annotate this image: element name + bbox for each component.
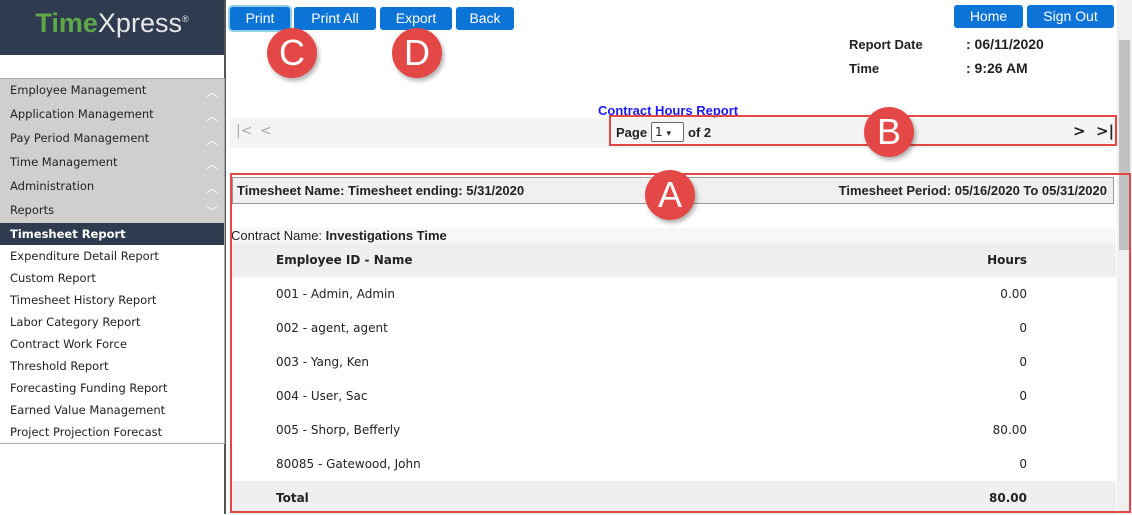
home-button[interactable]: Home bbox=[954, 5, 1023, 28]
menu-time-management[interactable]: Time Management ︿ bbox=[0, 151, 224, 175]
export-button[interactable]: Export bbox=[380, 7, 452, 30]
menu-pay-period-management[interactable]: Pay Period Management ︿ bbox=[0, 127, 224, 151]
chevron-up-icon: ︿ bbox=[205, 133, 218, 147]
print-all-button[interactable]: Print All bbox=[294, 7, 376, 30]
report-date-label: Report Date bbox=[849, 37, 923, 52]
sidebar: TimeXpress® Employee Management ︿ Applica… bbox=[0, 0, 226, 514]
report-time-value: : 9:26 AM bbox=[966, 60, 1028, 76]
logo: TimeXpress® bbox=[0, 0, 224, 55]
menu-application-management[interactable]: Application Management ︿ bbox=[0, 103, 224, 127]
annotation-b: B bbox=[864, 107, 914, 157]
sign-out-button[interactable]: Sign Out bbox=[1027, 5, 1114, 28]
annotation-box-b bbox=[609, 115, 1117, 146]
submenu-timesheet-report[interactable]: Timesheet Report bbox=[0, 223, 224, 245]
annotation-d: D bbox=[392, 28, 442, 78]
chevron-down-icon: ﹀ bbox=[205, 205, 218, 219]
annotation-a: A bbox=[645, 170, 695, 220]
submenu-custom-report[interactable]: Custom Report bbox=[0, 267, 224, 289]
chevron-up-icon: ︿ bbox=[205, 181, 218, 195]
chevron-up-icon: ︿ bbox=[205, 157, 218, 171]
report-date-value: : 06/11/2020 bbox=[966, 36, 1044, 52]
first-page-icon[interactable]: |< bbox=[236, 123, 252, 139]
submenu-threshold-report[interactable]: Threshold Report bbox=[0, 355, 224, 377]
prev-page-icon[interactable]: < bbox=[260, 123, 272, 139]
submenu-timesheet-history-report[interactable]: Timesheet History Report bbox=[0, 289, 224, 311]
chevron-up-icon: ︿ bbox=[205, 109, 218, 123]
submenu-forecasting-funding-report[interactable]: Forecasting Funding Report bbox=[0, 377, 224, 399]
report-time-label: Time bbox=[849, 61, 880, 76]
back-button[interactable]: Back bbox=[456, 7, 514, 30]
submenu-earned-value-management[interactable]: Earned Value Management bbox=[0, 399, 224, 421]
submenu-contract-work-force[interactable]: Contract Work Force bbox=[0, 333, 224, 355]
menu-administration[interactable]: Administration ︿ bbox=[0, 175, 224, 199]
print-button[interactable]: Print bbox=[230, 7, 290, 30]
menu-employee-management[interactable]: Employee Management ︿ bbox=[0, 79, 224, 103]
submenu-expenditure-detail-report[interactable]: Expenditure Detail Report bbox=[0, 245, 224, 267]
annotation-box-a bbox=[230, 173, 1131, 513]
submenu-labor-category-report[interactable]: Labor Category Report bbox=[0, 311, 224, 333]
annotation-c: C bbox=[267, 28, 317, 78]
menu-reports[interactable]: Reports ﹀ bbox=[0, 199, 224, 223]
chevron-up-icon: ︿ bbox=[205, 85, 218, 99]
nav-menu: Employee Management ︿ Application Managem… bbox=[0, 78, 225, 444]
submenu-project-projection-forecast[interactable]: Project Projection Forecast bbox=[0, 421, 224, 443]
